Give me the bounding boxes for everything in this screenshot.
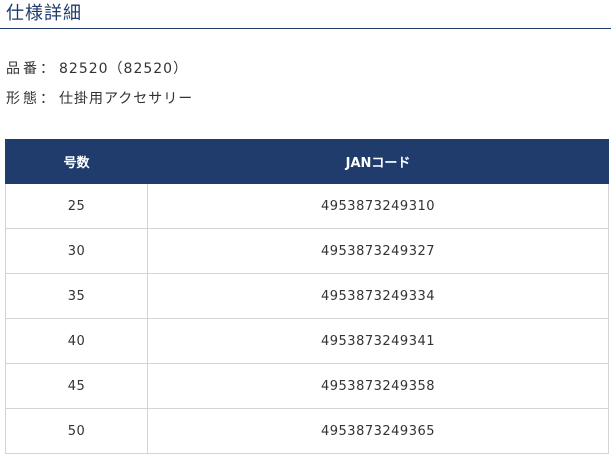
table-header-row: 号数 JANコード bbox=[5, 139, 609, 184]
product-number-separator: ： bbox=[40, 61, 55, 77]
table-row: 50 4953873249365 bbox=[5, 408, 609, 454]
cell-jan-code: 4953873249310 bbox=[147, 183, 609, 229]
table-row: 45 4953873249358 bbox=[5, 363, 609, 409]
spec-product-number: 品番： 82520（82520） bbox=[6, 60, 188, 78]
cell-size: 50 bbox=[5, 408, 148, 454]
spec-table: 号数 JANコード 25 4953873249310 30 4953873249… bbox=[5, 139, 609, 454]
table-row: 35 4953873249334 bbox=[5, 273, 609, 319]
table-row: 30 4953873249327 bbox=[5, 228, 609, 274]
product-number-label: 品番 bbox=[6, 61, 40, 77]
cell-jan-code: 4953873249358 bbox=[147, 363, 609, 409]
cell-jan-code: 4953873249327 bbox=[147, 228, 609, 274]
cell-size: 35 bbox=[5, 273, 148, 319]
cell-size: 25 bbox=[5, 183, 148, 229]
cell-jan-code: 4953873249341 bbox=[147, 318, 609, 364]
form-value: 仕掛用アクセサリー bbox=[59, 91, 194, 107]
product-number-value: 82520（82520） bbox=[59, 61, 189, 77]
title-divider bbox=[0, 28, 611, 29]
header-jan-code: JANコード bbox=[147, 139, 609, 184]
cell-size: 30 bbox=[5, 228, 148, 274]
header-size: 号数 bbox=[5, 139, 148, 184]
cell-jan-code: 4953873249365 bbox=[147, 408, 609, 454]
spec-form: 形態： 仕掛用アクセサリー bbox=[6, 90, 193, 108]
cell-size: 40 bbox=[5, 318, 148, 364]
cell-jan-code: 4953873249334 bbox=[147, 273, 609, 319]
cell-size: 45 bbox=[5, 363, 148, 409]
form-separator: ： bbox=[40, 91, 55, 107]
form-label: 形態 bbox=[6, 91, 40, 107]
table-row: 40 4953873249341 bbox=[5, 318, 609, 364]
section-title: 仕様詳細 bbox=[6, 3, 82, 24]
table-row: 25 4953873249310 bbox=[5, 183, 609, 229]
